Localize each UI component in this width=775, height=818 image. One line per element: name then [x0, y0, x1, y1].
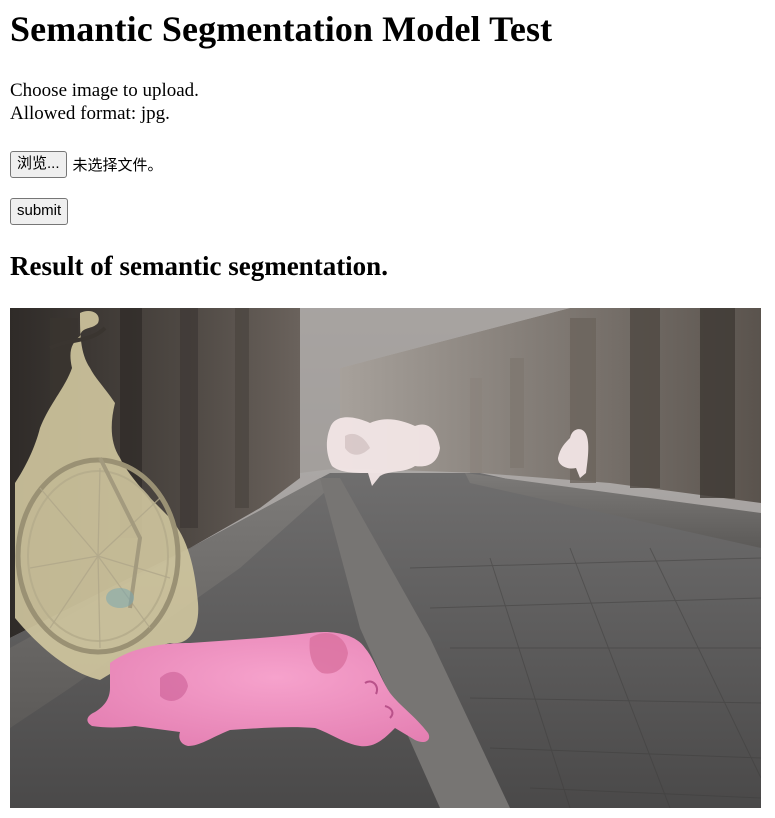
submit-row: submit: [10, 198, 69, 225]
file-input[interactable]: 浏览... 未选择文件。: [10, 151, 163, 178]
segmentation-result-image: [10, 308, 761, 808]
instruction-line-1: Choose image to upload.: [10, 80, 199, 101]
instruction-line-2: Allowed format: jpg.: [10, 103, 170, 124]
page-title: Semantic Segmentation Model Test: [10, 9, 553, 49]
upload-instructions: Choose image to upload. Allowed format: …: [10, 79, 199, 125]
file-status-label: 未选择文件。: [72, 156, 163, 174]
submit-button[interactable]: submit: [10, 198, 69, 225]
result-heading: Result of semantic segmentation.: [10, 251, 388, 281]
browse-button[interactable]: 浏览...: [10, 151, 67, 178]
